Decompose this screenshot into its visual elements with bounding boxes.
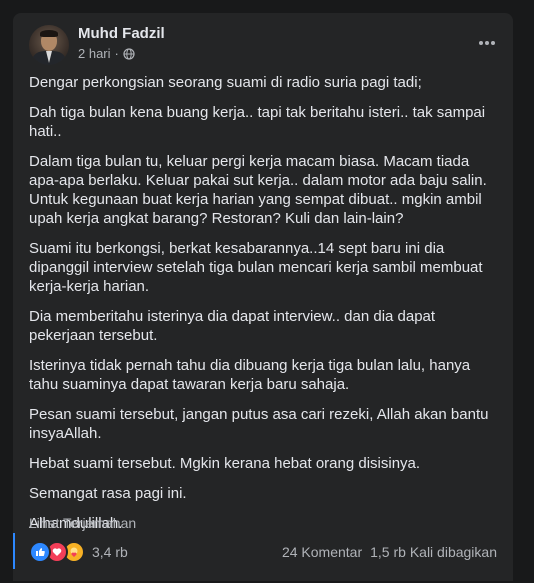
- post-time[interactable]: 2 hari: [78, 46, 111, 61]
- post-paragraph: Suami itu berkongsi, berkat kesabarannya…: [29, 240, 483, 295]
- more-options-button[interactable]: [473, 33, 501, 53]
- post-meta: 2 hari ·: [78, 46, 135, 61]
- post-paragraph: Pesan suami tersebut, jangan putus asa c…: [29, 406, 489, 442]
- comments-count-link[interactable]: 24 Komentar: [282, 544, 362, 560]
- shares-count-link[interactable]: 1,5 rb Kali dibagikan: [370, 544, 497, 560]
- reactions-count: 3,4 rb: [92, 544, 128, 560]
- see-translation-link[interactable]: Lihat Terjemahan: [29, 515, 136, 531]
- like-icon: [29, 541, 51, 563]
- avatar[interactable]: [29, 25, 69, 65]
- meta-separator: ·: [114, 46, 119, 61]
- post-footer: 3,4 rb 24 Komentar 1,5 rb Kali dibagikan: [29, 539, 497, 565]
- post-paragraph: Hebat suami tersebut. Mgkin kerana hebat…: [29, 455, 421, 472]
- more-icon: [479, 41, 495, 45]
- post-paragraph: Dah tiga bulan kena buang kerja.. tapi t…: [29, 104, 486, 140]
- post-paragraph: Dengar perkongsian seorang suami di radi…: [29, 74, 422, 91]
- post-body: Dengar perkongsian seorang suami di radi…: [29, 73, 499, 544]
- globe-icon: [123, 47, 135, 60]
- post-card: Muhd Fadzil 2 hari · Dengar perkongsian …: [13, 13, 513, 581]
- post-paragraph: Dalam tiga bulan tu, keluar pergi kerja …: [29, 153, 487, 227]
- reactions-summary[interactable]: 3,4 rb: [29, 541, 128, 563]
- post-paragraph: Semangat rasa pagi ini.: [29, 485, 187, 502]
- post-paragraph: Dia memberitahu isterinya dia dapat inte…: [29, 308, 436, 344]
- focus-indicator: [13, 533, 15, 569]
- post-paragraph: Isterinya tidak pernah tahu dia dibuang …: [29, 357, 471, 393]
- author-name[interactable]: Muhd Fadzil: [78, 25, 165, 42]
